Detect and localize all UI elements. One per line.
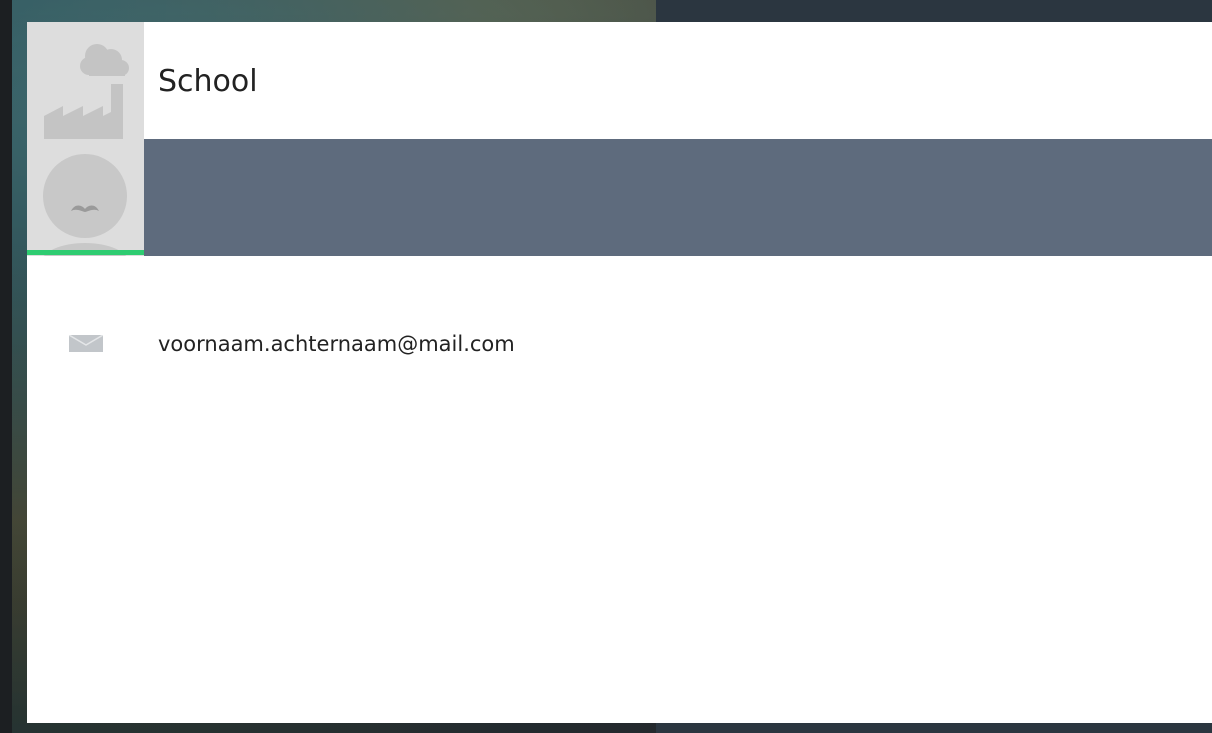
envelope-icon xyxy=(69,335,103,352)
email-address[interactable]: voornaam.achternaam@mail.com xyxy=(158,332,515,356)
online-status-indicator xyxy=(27,250,144,255)
factory-icon xyxy=(44,44,129,139)
organization-thumbnail xyxy=(27,22,144,139)
background-edge xyxy=(0,0,12,733)
email-row[interactable]: voornaam.achternaam@mail.com xyxy=(27,322,1212,366)
organization-row[interactable]: School xyxy=(27,22,1212,139)
avatar xyxy=(27,139,144,256)
organization-label: School xyxy=(158,64,258,99)
person-mustache-icon xyxy=(43,154,127,256)
name-row[interactable]: Voornaam Achternaam xyxy=(27,139,1212,346)
contact-card: School Voornaam Achternaam voornaam.acht… xyxy=(27,22,1212,723)
